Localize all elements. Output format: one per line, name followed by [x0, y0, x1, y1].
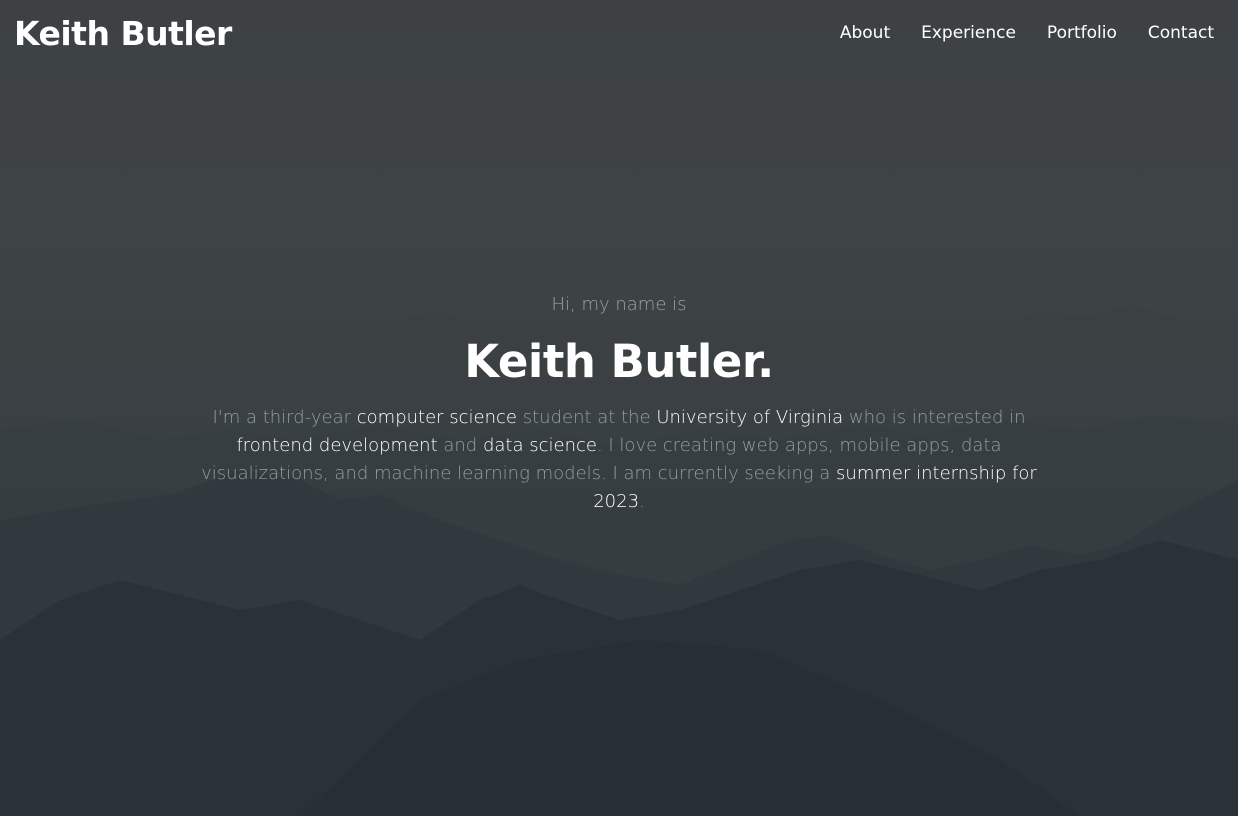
bio-segment: . — [639, 491, 645, 512]
bio-highlight: University of Virginia — [656, 407, 844, 428]
site-logo[interactable]: Keith Butler — [14, 12, 232, 56]
hero-bio: I'm a third-year computer science studen… — [184, 404, 1054, 516]
page: Keith Butler About Experience Portfolio … — [0, 0, 1238, 816]
site-header: Keith Butler About Experience Portfolio … — [0, 0, 1238, 70]
nav-link-contact[interactable]: Contact — [1148, 20, 1214, 46]
bio-highlight: frontend development — [236, 435, 438, 456]
hero-name: Keith Butler. — [464, 335, 774, 388]
nav-link-experience[interactable]: Experience — [921, 20, 1016, 46]
bio-highlight: data science — [482, 435, 597, 456]
bio-segment: who is interested in — [843, 407, 1026, 428]
nav-link-portfolio[interactable]: Portfolio — [1047, 20, 1117, 46]
bio-segment: I'm a third-year — [212, 407, 357, 428]
bio-segment: and — [437, 435, 483, 456]
nav-link-about[interactable]: About — [840, 20, 890, 46]
hero-greeting: Hi, my name is — [551, 294, 687, 315]
bio-segment: student at the — [517, 407, 657, 428]
main-nav: About Experience Portfolio Contact — [840, 20, 1214, 46]
hero-section: Hi, my name is Keith Butler. I'm a third… — [0, 290, 1238, 516]
bio-highlight: computer science — [356, 407, 518, 428]
